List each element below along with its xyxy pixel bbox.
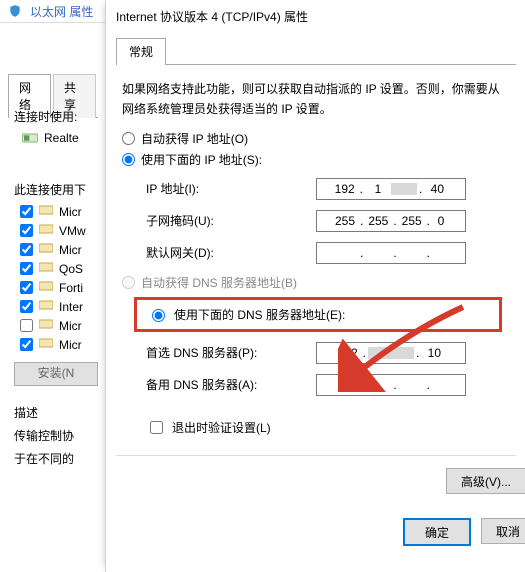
radio-use-dns-input[interactable] [152, 309, 165, 322]
dns2-label: 备用 DNS 服务器(A): [146, 376, 316, 393]
service-label: QoS [59, 262, 83, 276]
radio-auto-dns-input [122, 276, 135, 289]
validate-label: 退出时验证设置(L) [172, 419, 271, 436]
nic-icon [22, 132, 38, 144]
services-list: Micr VMw Micr QoS Forti Inter Micr Micr [14, 204, 104, 352]
service-label: Forti [59, 281, 83, 295]
list-item[interactable]: Forti [20, 280, 104, 295]
intro-text: 如果网络支持此功能，则可以获取自动指派的 IP 设置。否则，你需要从网络系统管理… [122, 79, 510, 120]
dns1-label: 首选 DNS 服务器(P): [146, 344, 316, 361]
protocol-icon [39, 223, 53, 238]
radio-auto-ip-label: 自动获得 IP 地址(O) [141, 130, 248, 147]
nic-name: Realte [44, 131, 79, 145]
protocol-icon [39, 299, 53, 314]
list-item[interactable]: QoS [20, 261, 104, 276]
description-label: 描述 [14, 404, 104, 421]
ip-address-label: IP 地址(I): [146, 180, 316, 197]
validate-checkbox-input[interactable] [150, 421, 163, 434]
service-checkbox[interactable] [20, 300, 33, 313]
dialog-buttons: 确定 取消 [403, 518, 525, 546]
radio-use-ip-label: 使用下面的 IP 地址(S): [141, 151, 262, 168]
subnet-mask-row: 子网掩码(U): 255. 255. 255. 0 [146, 210, 510, 232]
gateway-row: 默认网关(D): ... [146, 242, 510, 264]
ip-address-input[interactable]: 192. 1 . 40 [316, 178, 466, 200]
service-checkbox[interactable] [20, 319, 33, 332]
ip-group: 自动获得 IP 地址(O) 使用下面的 IP 地址(S): IP 地址(I): … [122, 130, 510, 264]
list-item[interactable]: Micr [20, 204, 104, 219]
service-checkbox[interactable] [20, 243, 33, 256]
list-item[interactable]: Micr [20, 318, 104, 333]
list-item[interactable]: VMw [20, 223, 104, 238]
highlight-use-dns: 使用下面的 DNS 服务器地址(E): [134, 297, 502, 332]
dns-group: 自动获得 DNS 服务器地址(B) 使用下面的 DNS 服务器地址(E): 首选… [122, 274, 510, 437]
gateway-input[interactable]: ... [316, 242, 466, 264]
service-label: Inter [59, 300, 83, 314]
dns1-input[interactable]: 192. . 10 [316, 342, 466, 364]
service-label: Micr [59, 205, 82, 219]
service-checkbox[interactable] [20, 338, 33, 351]
dns2-input[interactable]: ... [316, 374, 466, 396]
service-label: VMw [59, 224, 86, 238]
dns2-row: 备用 DNS 服务器(A): ... [146, 374, 510, 396]
parent-window-title: 以太网 属性 [30, 3, 93, 20]
radio-auto-ip-input[interactable] [122, 132, 135, 145]
shield-icon [8, 4, 22, 18]
radio-auto-dns-label: 自动获得 DNS 服务器地址(B) [141, 274, 297, 291]
radio-use-ip[interactable]: 使用下面的 IP 地址(S): [122, 151, 510, 168]
protocol-icon [39, 318, 53, 333]
subnet-mask-label: 子网掩码(U): [146, 212, 316, 229]
dns1-row: 首选 DNS 服务器(P): 192. . 10 [146, 342, 510, 364]
cancel-button[interactable]: 取消 [481, 518, 525, 544]
protocol-icon [39, 261, 53, 276]
gateway-label: 默认网关(D): [146, 244, 316, 261]
subnet-mask-input[interactable]: 255. 255. 255. 0 [316, 210, 466, 232]
list-item[interactable]: Inter [20, 299, 104, 314]
ip-address-row: IP 地址(I): 192. 1 . 40 [146, 178, 510, 200]
service-label: Micr [59, 243, 82, 257]
protocol-icon [39, 242, 53, 257]
connect-using-label: 连接时使用: [14, 108, 104, 125]
service-checkbox[interactable] [20, 224, 33, 237]
description-section: 描述 传输控制协 于在不同的 [14, 404, 104, 467]
dialog-title: Internet 协议版本 4 (TCP/IPv4) 属性 [106, 0, 525, 31]
ok-button[interactable]: 确定 [403, 518, 471, 546]
list-item[interactable]: Micr [20, 242, 104, 257]
install-button[interactable]: 安装(N [14, 362, 98, 386]
tab-general[interactable]: 常规 [116, 38, 166, 65]
redacted [391, 183, 417, 195]
protocol-icon [39, 337, 53, 352]
radio-auto-ip[interactable]: 自动获得 IP 地址(O) [122, 130, 510, 147]
dialog-tabs: 常规 [116, 37, 516, 65]
redacted [368, 347, 414, 359]
nic-row[interactable]: Realte [22, 131, 104, 145]
service-label: Micr [59, 338, 82, 352]
description-line: 于在不同的 [14, 450, 104, 467]
service-checkbox[interactable] [20, 281, 33, 294]
service-label: Micr [59, 319, 82, 333]
protocol-icon [39, 280, 53, 295]
separator [116, 455, 516, 456]
radio-use-dns-label: 使用下面的 DNS 服务器地址(E): [174, 306, 345, 323]
parent-window-caption: 以太网 属性 [8, 0, 93, 22]
radio-auto-dns: 自动获得 DNS 服务器地址(B) [122, 274, 510, 291]
description-line: 传输控制协 [14, 427, 104, 444]
validate-checkbox[interactable]: 退出时验证设置(L) [146, 418, 510, 437]
list-item[interactable]: Micr [20, 337, 104, 352]
service-checkbox[interactable] [20, 262, 33, 275]
services-label: 此连接使用下 [14, 181, 104, 198]
radio-use-ip-input[interactable] [122, 153, 135, 166]
protocol-icon [39, 204, 53, 219]
ipv4-properties-dialog: Internet 协议版本 4 (TCP/IPv4) 属性 常规 如果网络支持此… [105, 0, 525, 572]
advanced-button[interactable]: 高级(V)... [446, 468, 525, 494]
service-checkbox[interactable] [20, 205, 33, 218]
